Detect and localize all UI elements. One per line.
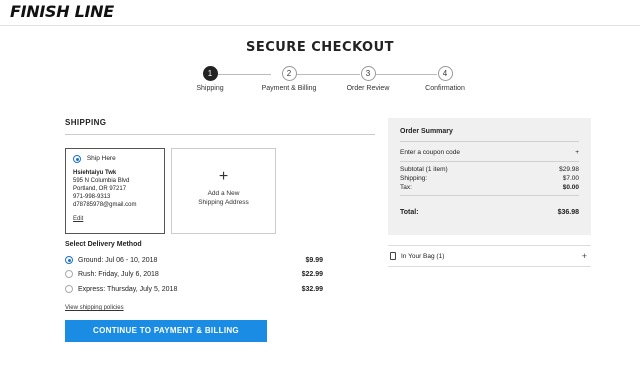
tax-value: $0.00 xyxy=(562,184,579,191)
edit-address-link[interactable]: Edit xyxy=(73,215,83,223)
delivery-radio[interactable] xyxy=(65,270,73,278)
site-header: FINISH LINE xyxy=(0,0,640,26)
divider xyxy=(400,195,579,196)
shipping-policies-link[interactable]: View shipping policies xyxy=(65,305,124,311)
delivery-option-price: $9.99 xyxy=(305,257,323,264)
shipping-section-title: SHIPPING xyxy=(65,118,107,127)
plus-icon: + xyxy=(218,168,229,185)
delivery-option-express[interactable]: Express: Thursday, July 5, 2018 $32.99 xyxy=(65,285,323,295)
tax-label: Tax: xyxy=(400,184,412,191)
delivery-option-label: Express: Thursday, July 5, 2018 xyxy=(78,286,178,293)
order-summary-title: Order Summary xyxy=(400,128,453,135)
in-your-bag-toggle[interactable]: In Your Bag (1) + xyxy=(388,245,591,267)
divider xyxy=(65,134,375,135)
selected-address-card[interactable]: Ship Here Hsiehtaiyu Twk 595 N Columbia … xyxy=(65,148,165,234)
add-address-label-line2: Shipping Address xyxy=(198,199,249,206)
delivery-option-label: Rush: Friday, July 6, 2018 xyxy=(78,271,159,278)
coupon-label: Enter a coupon code xyxy=(400,149,460,156)
delivery-option-price: $32.99 xyxy=(301,286,323,293)
address-phone: 971-998-9313 xyxy=(73,193,111,200)
coupon-plus-icon[interactable]: + xyxy=(575,148,579,157)
total-label: Total: xyxy=(400,209,419,216)
total-value: $36.98 xyxy=(557,209,579,216)
ship-here-option[interactable]: Ship Here xyxy=(73,155,157,164)
address-city: Portland, OR 97217 xyxy=(73,185,127,192)
delivery-option-ground[interactable]: Ground: Jul 06 - 10, 2018 $9.99 xyxy=(65,256,323,266)
divider xyxy=(400,161,579,162)
step-number: 3 xyxy=(360,66,376,81)
add-address-label-line1: Add a New xyxy=(207,190,240,197)
step-label: Confirmation xyxy=(425,85,465,92)
ship-here-radio[interactable] xyxy=(73,155,81,163)
delivery-radio[interactable] xyxy=(65,285,73,293)
delivery-option-rush[interactable]: Rush: Friday, July 6, 2018 $22.99 xyxy=(65,270,323,280)
address-street: 595 N Columbia Blvd xyxy=(73,177,130,184)
finish-line-logo[interactable]: FINISH LINE xyxy=(10,2,114,21)
subtotal-row: Subtotal (1 item) $29.98 xyxy=(400,165,579,174)
shipping-row: Shipping: $7.00 xyxy=(400,174,579,183)
continue-to-payment-button[interactable]: CONTINUE TO PAYMENT & BILLING xyxy=(65,320,267,342)
shipping-cost-value: $7.00 xyxy=(562,175,579,182)
delivery-radio[interactable] xyxy=(65,256,73,264)
expand-plus-icon[interactable]: + xyxy=(582,246,587,267)
address-name: Hsiehtaiyu Twk xyxy=(73,169,117,176)
delivery-method-title: Select Delivery Method xyxy=(65,241,142,248)
step-number: 2 xyxy=(281,66,297,81)
order-summary-panel: Order Summary Enter a coupon code + Subt… xyxy=(388,118,591,235)
shopping-bag-icon xyxy=(390,252,396,260)
ship-here-label: Ship Here xyxy=(86,155,116,162)
subtotal-label: Subtotal (1 item) xyxy=(400,166,448,173)
page-title: SECURE CHECKOUT xyxy=(245,40,395,55)
delivery-option-label: Ground: Jul 06 - 10, 2018 xyxy=(78,257,158,264)
tax-row: Tax: $0.00 xyxy=(400,183,579,192)
subtotal-value: $29.98 xyxy=(559,166,579,173)
step-number: 1 xyxy=(202,66,218,81)
step-number: 4 xyxy=(437,66,453,81)
address-email: d78785978@gmail.com xyxy=(73,201,137,208)
bag-label: In Your Bag (1) xyxy=(401,253,445,260)
coupon-code-toggle[interactable]: Enter a coupon code + xyxy=(400,148,579,157)
delivery-option-price: $22.99 xyxy=(301,271,323,278)
total-row: Total: $36.98 xyxy=(400,208,579,217)
shipping-cost-label: Shipping: xyxy=(400,175,428,182)
add-new-address-card[interactable]: + Add a New Shipping Address xyxy=(171,148,276,234)
divider xyxy=(400,141,579,142)
step-confirmation: 4 Confirmation xyxy=(395,66,495,92)
